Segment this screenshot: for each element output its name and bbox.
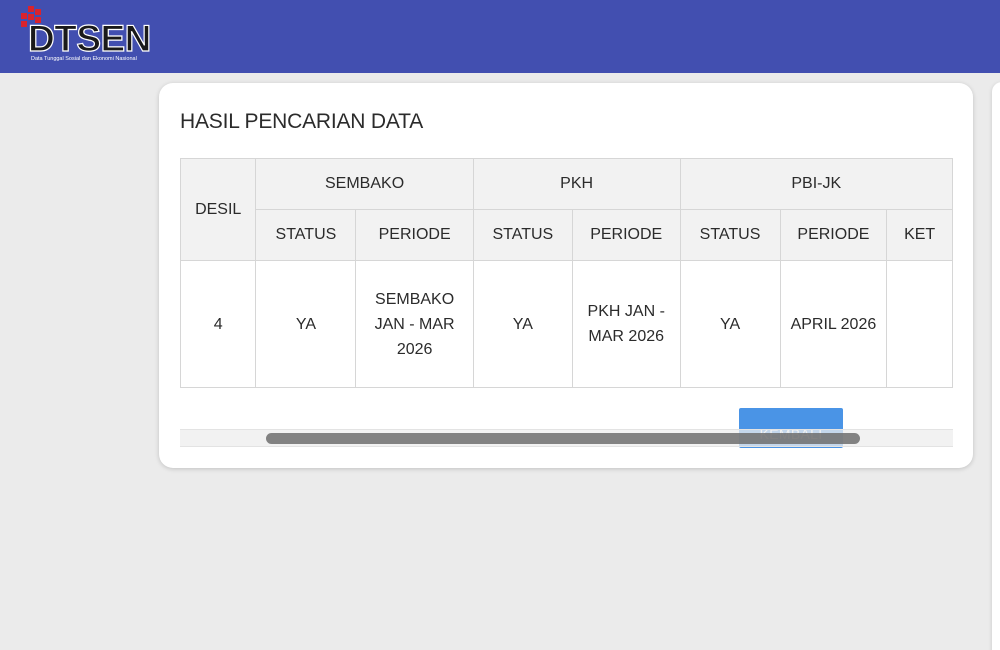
cell-pbijk-ket	[886, 260, 953, 388]
top-app-bar: DTSEN Data Tunggal Sosial dan Ekonomi Na…	[0, 0, 1000, 73]
header-sembako-status: STATUS	[255, 209, 357, 261]
header-group-sembako: SEMBAKO	[255, 158, 474, 210]
result-card: HASIL PENCARIAN DATA DESIL SEMBAKO PKH P…	[159, 83, 973, 468]
result-table-scroll-area[interactable]: DESIL SEMBAKO PKH PBI-JK STATUS PERIODE …	[180, 158, 953, 448]
header-desil: DESIL	[180, 158, 257, 261]
logo-wordmark: DTSEN	[27, 18, 152, 59]
header-pbijk-status: STATUS	[679, 209, 781, 261]
card-title: HASIL PENCARIAN DATA	[180, 110, 423, 133]
header-pkh-status: STATUS	[472, 209, 573, 261]
header-pkh-periode: PERIODE	[571, 209, 681, 261]
cell-pkh-periode: PKH JAN - MAR 2026	[571, 260, 681, 388]
header-sembako-periode: PERIODE	[355, 209, 474, 261]
result-table: DESIL SEMBAKO PKH PBI-JK STATUS PERIODE …	[180, 158, 953, 388]
header-pbijk-ket: KET	[886, 209, 953, 261]
cell-pkh-status: YA	[472, 260, 573, 388]
header-pbijk-periode: PERIODE	[779, 209, 888, 261]
table-row: 4 YA SEMBAKO JAN - MAR 2026 YA PKH JAN -…	[180, 260, 953, 388]
side-panel-edge	[992, 82, 1000, 650]
dtsen-logo[interactable]: DTSEN Data Tunggal Sosial dan Ekonomi Na…	[20, 6, 160, 66]
horizontal-scrollbar[interactable]	[180, 429, 953, 447]
header-group-pbijk: PBI-JK	[679, 158, 953, 210]
cell-sembako-status: YA	[255, 260, 357, 388]
scrollbar-thumb[interactable]	[266, 433, 860, 444]
logo-tagline: Data Tunggal Sosial dan Ekonomi Nasional	[31, 56, 137, 62]
cell-pbijk-periode: APRIL 2026	[779, 260, 888, 388]
header-group-pkh: PKH	[472, 158, 681, 210]
cell-desil: 4	[180, 260, 257, 388]
cell-sembako-periode: SEMBAKO JAN - MAR 2026	[355, 260, 474, 388]
cell-pbijk-status: YA	[679, 260, 781, 388]
